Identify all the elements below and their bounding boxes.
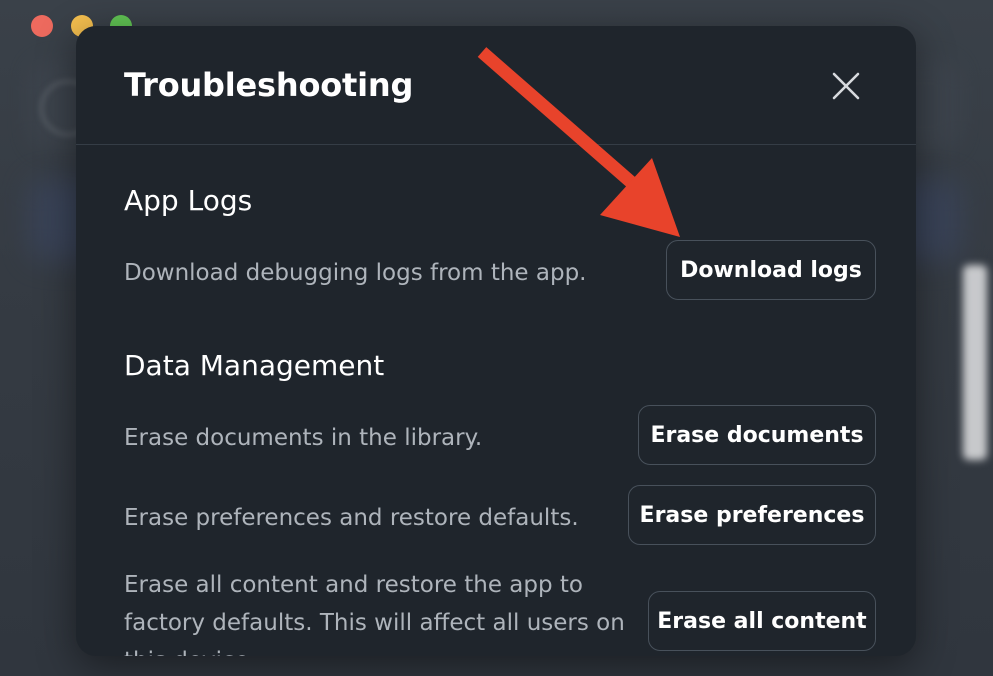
erase-preferences-description: Erase preferences and restore defaults.	[124, 505, 579, 531]
dialog-header: Troubleshooting	[76, 26, 916, 145]
erase-all-content-button[interactable]: Erase all content	[648, 591, 876, 651]
erase-preferences-button[interactable]: Erase preferences	[628, 485, 876, 545]
section-title-data-management: Data Management	[124, 349, 385, 382]
troubleshooting-dialog: Troubleshooting App Logs Download debugg…	[76, 26, 916, 656]
section-title-app-logs: App Logs	[124, 184, 253, 217]
erase-documents-description: Erase documents in the library.	[124, 425, 483, 451]
dialog-title: Troubleshooting	[124, 66, 414, 104]
close-icon	[832, 72, 860, 100]
download-logs-description: Download debugging logs from the app.	[124, 260, 587, 286]
window-close-button[interactable]	[31, 15, 53, 37]
erase-all-description-line3: this device.	[124, 642, 256, 656]
erase-documents-button[interactable]: Erase documents	[638, 405, 876, 465]
close-button[interactable]	[826, 66, 866, 106]
background-scrollbar[interactable]	[963, 265, 987, 460]
erase-all-description-line2: factory defaults. This will affect all u…	[124, 610, 625, 636]
erase-all-description-line1: Erase all content and restore the app to	[124, 572, 584, 598]
download-logs-button[interactable]: Download logs	[666, 240, 876, 300]
